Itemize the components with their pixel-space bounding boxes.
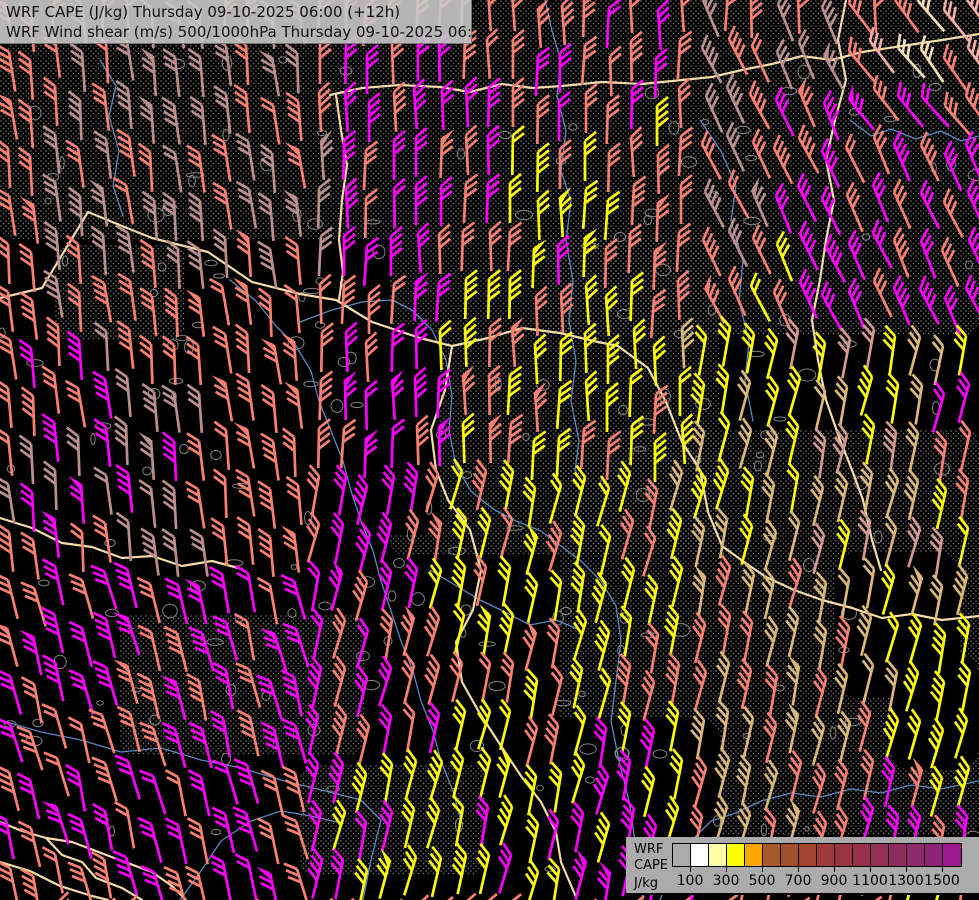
colorbar-tickmark xyxy=(726,866,727,872)
colorbar-cell xyxy=(673,844,691,866)
colorbar-tick-label: 1300 xyxy=(888,873,924,889)
colorbar-tickmark xyxy=(906,866,907,872)
colorbar-tickmark xyxy=(942,866,943,872)
colorbar-tickmark xyxy=(762,866,763,872)
colorbar-tick-label: 700 xyxy=(785,873,812,889)
colorbar-cell xyxy=(799,844,817,866)
colorbar-cell xyxy=(889,844,907,866)
legend-panel: WRF CAPE J/kg 100 300 500 700 90011001300150… xyxy=(626,837,979,895)
colorbar-tickmark xyxy=(690,866,691,872)
colorbar-cell xyxy=(835,844,853,866)
title-line-shear: WRF Wind shear (m/s) 500/1000hPa Thursda… xyxy=(6,22,465,42)
legend-label-wrf: WRF xyxy=(634,843,663,856)
colorbar-cell xyxy=(925,844,943,866)
colorbar-tick-label: 1100 xyxy=(852,873,888,889)
colorbar-cell xyxy=(907,844,925,866)
colorbar-cell xyxy=(745,844,763,866)
weather-map: WRF CAPE (J/kg) Thursday 09-10-2025 06:0… xyxy=(0,0,979,900)
colorbar-cell xyxy=(781,844,799,866)
colorbar-cell xyxy=(853,844,871,866)
colorbar-tick-label: 100 xyxy=(677,873,704,889)
colorbar-cell xyxy=(763,844,781,866)
colorbar-tick-label: 1500 xyxy=(924,873,960,889)
legend-label-cape: CAPE xyxy=(634,859,668,872)
map-canvas xyxy=(0,0,979,900)
colorbar-cell xyxy=(943,844,961,866)
colorbar-tickmark xyxy=(834,866,835,872)
cape-colorbar xyxy=(672,843,962,867)
colorbar-cell xyxy=(871,844,889,866)
colorbar-tickmark xyxy=(798,866,799,872)
title-line-cape: WRF CAPE (J/kg) Thursday 09-10-2025 06:0… xyxy=(6,2,465,22)
colorbar-cell xyxy=(727,844,745,866)
colorbar-cell xyxy=(709,844,727,866)
colorbar-tick-label: 500 xyxy=(749,873,776,889)
colorbar-cell xyxy=(817,844,835,866)
colorbar-cell xyxy=(691,844,709,866)
colorbar-tickmark xyxy=(870,866,871,872)
colorbar-tick-label: 300 xyxy=(713,873,740,889)
colorbar-tick-label: 900 xyxy=(821,873,848,889)
title-overlay: WRF CAPE (J/kg) Thursday 09-10-2025 06:0… xyxy=(0,0,472,44)
legend-label-units: J/kg xyxy=(634,877,658,890)
